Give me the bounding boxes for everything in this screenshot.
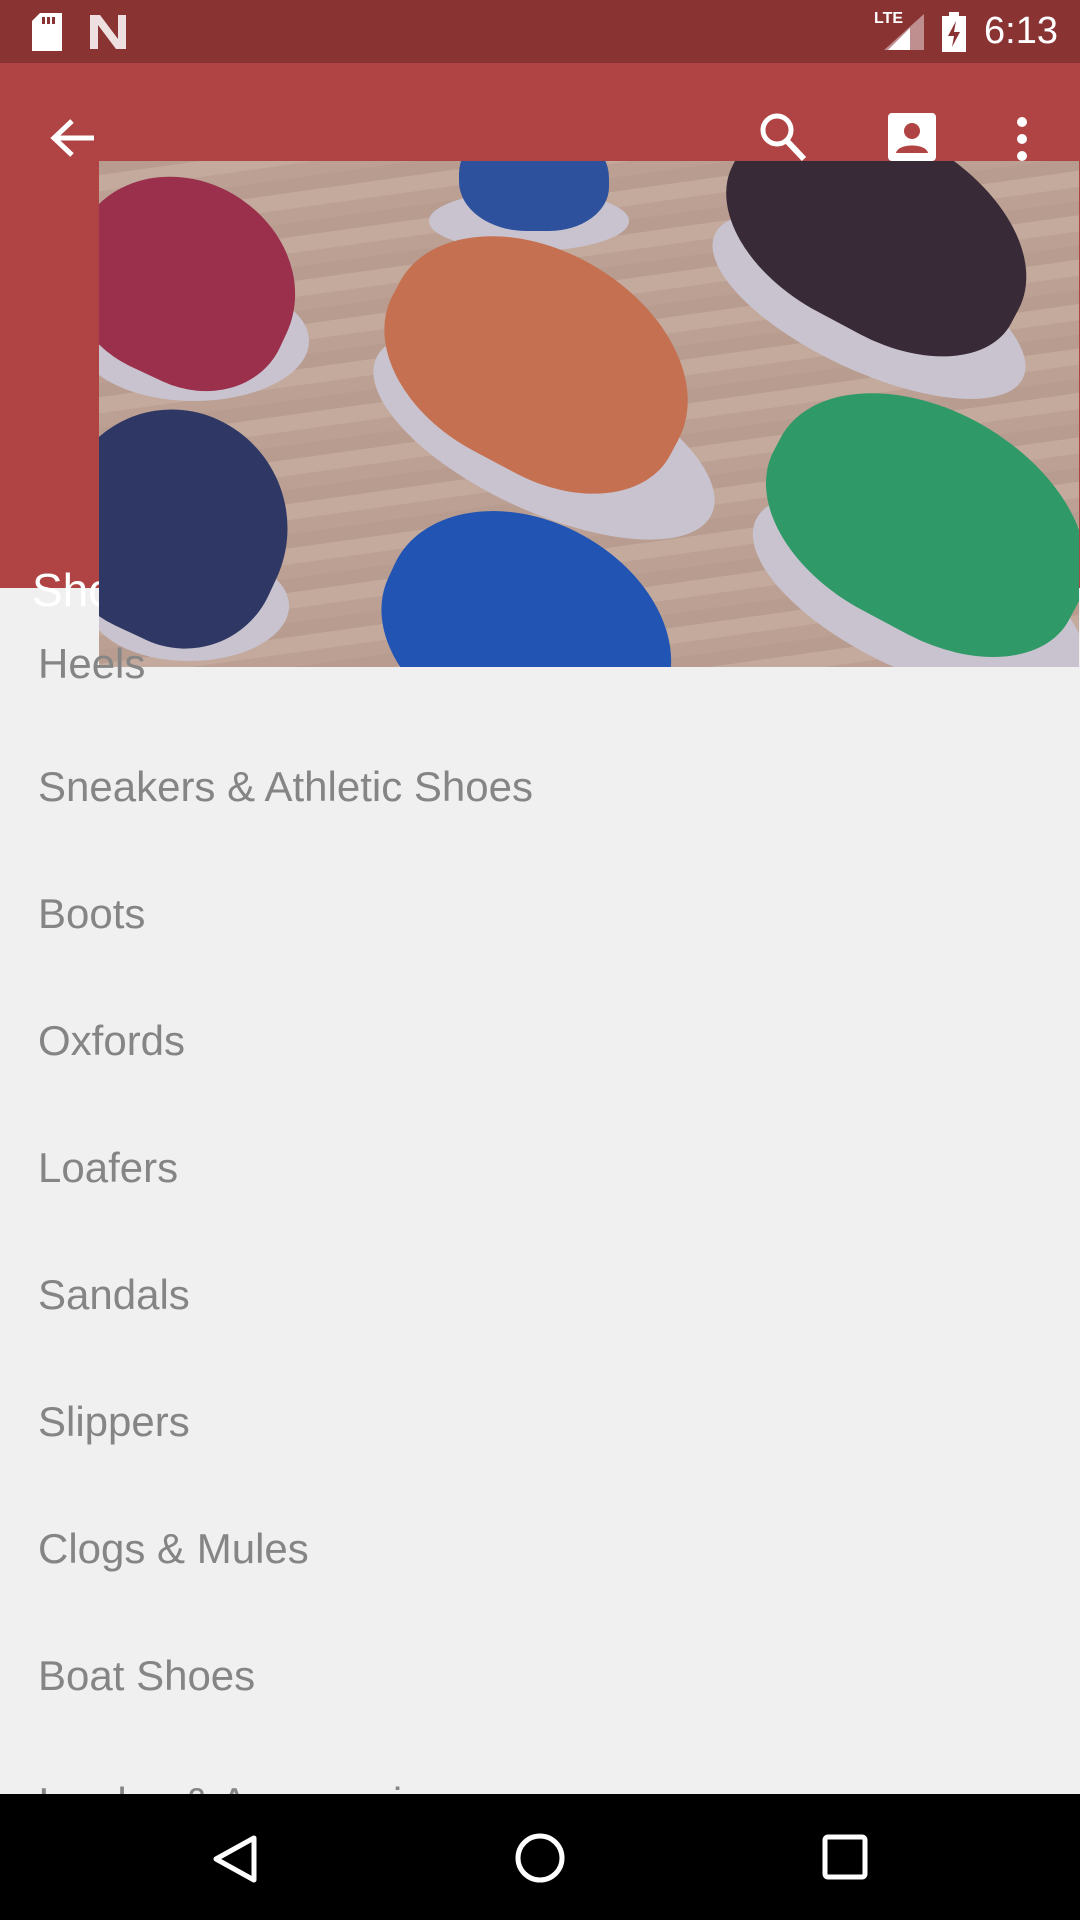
list-item[interactable]: Boots [38, 850, 145, 977]
list-item[interactable]: Heels [38, 600, 145, 727]
navigation-bar [0, 1794, 1080, 1920]
n-icon [90, 15, 126, 49]
hero-image [99, 161, 1079, 667]
back-arrow-icon[interactable] [48, 113, 98, 163]
account-box-icon[interactable] [888, 113, 936, 161]
sd-card-icon [32, 13, 62, 51]
list-item[interactable]: Clogs & Mules [38, 1485, 309, 1612]
home-circle-icon[interactable] [514, 1832, 566, 1884]
list-item[interactable]: Sneakers & Athletic Shoes [38, 723, 533, 850]
back-triangle-icon[interactable] [212, 1834, 258, 1884]
lte-signal-icon [884, 14, 924, 50]
list-item[interactable]: Boat Shoes [38, 1612, 255, 1739]
list-item[interactable]: Oxfords [38, 977, 185, 1104]
clock: 6:13 [984, 10, 1058, 52]
status-bar: LTE 6:13 [0, 0, 1080, 63]
search-icon[interactable] [758, 111, 808, 163]
more-vert-icon[interactable] [1012, 115, 1032, 163]
battery-charging-icon [942, 12, 966, 52]
list-item[interactable]: Loafers [38, 1104, 178, 1231]
recents-square-icon[interactable] [822, 1834, 868, 1880]
list-item[interactable]: Slippers [38, 1358, 190, 1485]
list-item[interactable]: Sandals [38, 1231, 190, 1358]
